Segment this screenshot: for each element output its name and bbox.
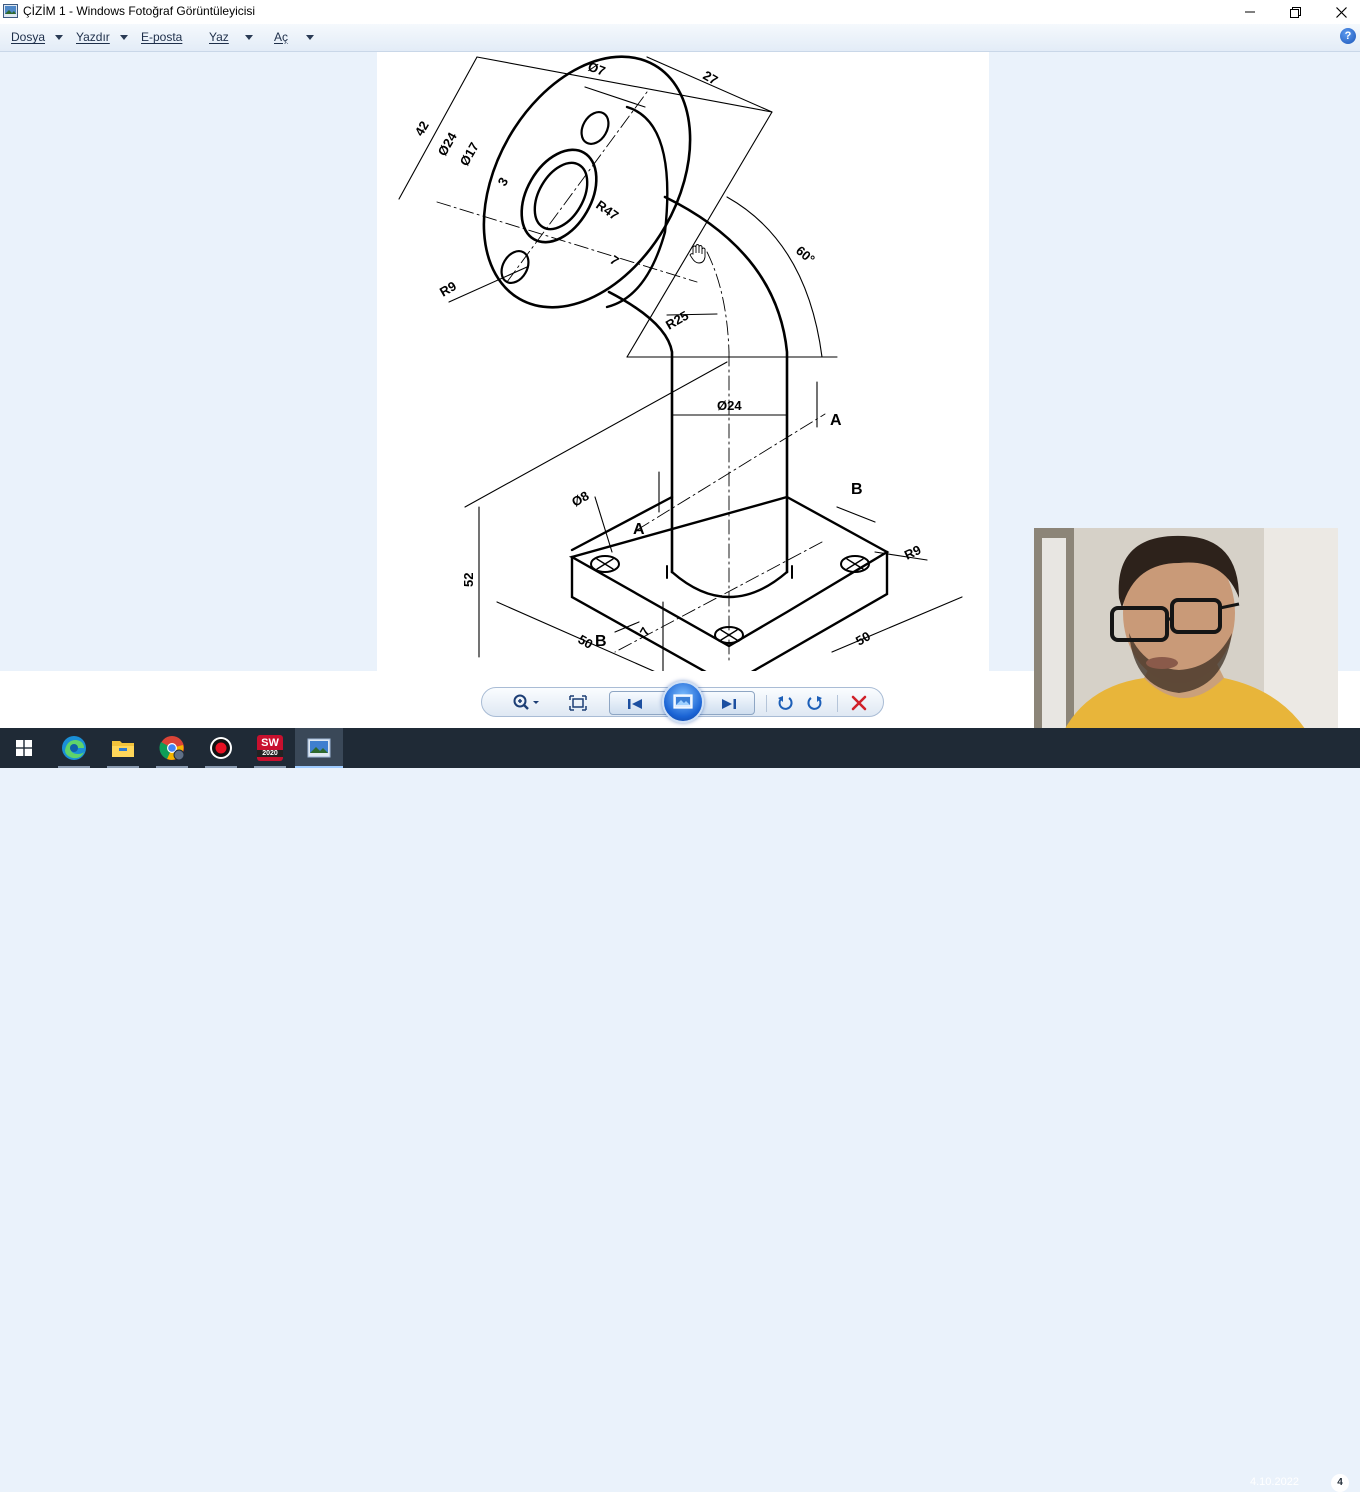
record-icon	[210, 737, 232, 759]
menu-email[interactable]: E-posta	[141, 30, 182, 44]
zoom-icon	[513, 694, 539, 710]
rotate-left-icon	[778, 696, 793, 710]
chevron-down-icon	[244, 34, 253, 40]
rotate-right-button[interactable]	[804, 693, 826, 713]
rotate-right-icon	[807, 696, 822, 710]
delete-button[interactable]	[848, 693, 870, 713]
displayed-image[interactable]: Ø7 27 42 Ø24 Ø17 3 R47 7 R9 R25 60° Ø24 …	[377, 52, 989, 671]
restore-button[interactable]	[1272, 0, 1318, 24]
menu-open-label: Aç	[274, 30, 289, 44]
dim-label: 60°	[793, 243, 818, 267]
chevron-down-icon	[55, 34, 64, 40]
section-label: A	[830, 412, 842, 429]
title-bar: ÇİZİM 1 - Windows Fotoğraf Görüntüleyici…	[0, 0, 1360, 24]
taskbar-file-explorer[interactable]	[99, 728, 147, 768]
menu-bar: Dosya Yazdır E-posta Yaz Aç ?	[0, 24, 1360, 52]
dim-label: Ø24	[435, 129, 461, 158]
dim-label: Ø7	[586, 59, 607, 79]
dim-label: 42	[412, 118, 432, 138]
dim-label: 50	[576, 632, 596, 652]
taskbar: SW 2020 4.10.2022 4	[0, 728, 1360, 1492]
taskbar-recorder[interactable]	[197, 728, 245, 768]
solidworks-label: SW	[261, 737, 279, 749]
windows-start-icon	[16, 740, 32, 756]
minimize-button[interactable]	[1227, 0, 1273, 24]
dim-label: 50	[853, 628, 873, 648]
restore-icon	[1289, 6, 1301, 18]
previous-icon	[628, 699, 642, 709]
taskbar-solidworks[interactable]: SW 2020	[246, 728, 294, 768]
delete-icon	[851, 695, 867, 711]
dim-label: Ø17	[457, 140, 482, 169]
zoom-button[interactable]	[510, 693, 542, 713]
solidworks-icon: SW 2020	[257, 735, 283, 761]
dim-label: R47	[593, 197, 621, 223]
dim-label: R9	[902, 542, 923, 563]
solidworks-year: 2020	[257, 750, 283, 757]
dim-label: 27	[701, 68, 721, 88]
close-button[interactable]	[1318, 0, 1360, 24]
slideshow-icon	[673, 694, 693, 709]
rotate-left-button[interactable]	[774, 693, 796, 713]
menu-burn[interactable]: Yaz	[209, 30, 253, 44]
fit-window-button[interactable]	[566, 693, 590, 713]
webcam-person-image	[1034, 528, 1338, 755]
photo-viewer-icon	[3, 4, 18, 18]
taskbar-chrome[interactable]	[148, 728, 196, 768]
dim-label: R9	[437, 278, 459, 299]
section-label: B	[851, 481, 863, 498]
minimize-icon	[1245, 11, 1255, 13]
menu-burn-label: Yaz	[209, 30, 229, 44]
dim-label: R25	[663, 308, 691, 333]
slideshow-button[interactable]	[662, 681, 704, 723]
dim-label: 52	[461, 573, 476, 587]
section-label: A	[633, 521, 645, 538]
photo-viewer-icon	[307, 738, 331, 758]
webcam-overlay	[1034, 528, 1338, 755]
taskbar-clock[interactable]: 4.10.2022	[1250, 1476, 1299, 1488]
menu-file-label: Dosya	[11, 30, 46, 44]
menu-print[interactable]: Yazdır	[76, 30, 128, 44]
dim-label: 7	[637, 625, 654, 639]
next-button[interactable]	[718, 694, 740, 714]
chevron-down-icon	[119, 34, 128, 40]
previous-button[interactable]	[624, 694, 646, 714]
taskbar-photo-viewer[interactable]	[295, 728, 343, 768]
help-button[interactable]: ?	[1340, 28, 1356, 44]
menu-open[interactable]: Aç	[274, 30, 315, 44]
taskbar-edge[interactable]	[50, 728, 98, 768]
edge-icon	[62, 736, 86, 760]
next-icon	[722, 699, 736, 709]
start-button[interactable]	[0, 728, 48, 768]
close-icon	[1335, 6, 1347, 18]
menu-file[interactable]: Dosya	[11, 30, 64, 44]
dim-label: 3	[495, 175, 512, 189]
section-label: B	[595, 633, 607, 650]
notification-badge[interactable]: 4	[1331, 1474, 1349, 1492]
dim-label: Ø24	[717, 398, 742, 413]
menu-email-label: E-posta	[141, 30, 183, 44]
chrome-icon	[159, 736, 185, 761]
file-explorer-icon	[112, 741, 134, 757]
window-title: ÇİZİM 1 - Windows Fotoğraf Görüntüleyici…	[23, 4, 256, 18]
fit-window-icon	[569, 695, 587, 711]
chevron-down-icon	[306, 34, 315, 40]
technical-drawing: Ø7 27 42 Ø24 Ø17 3 R47 7 R9 R25 60° Ø24 …	[398, 55, 963, 671]
menu-print-label: Yazdır	[76, 30, 110, 44]
dim-label: Ø8	[569, 488, 592, 510]
